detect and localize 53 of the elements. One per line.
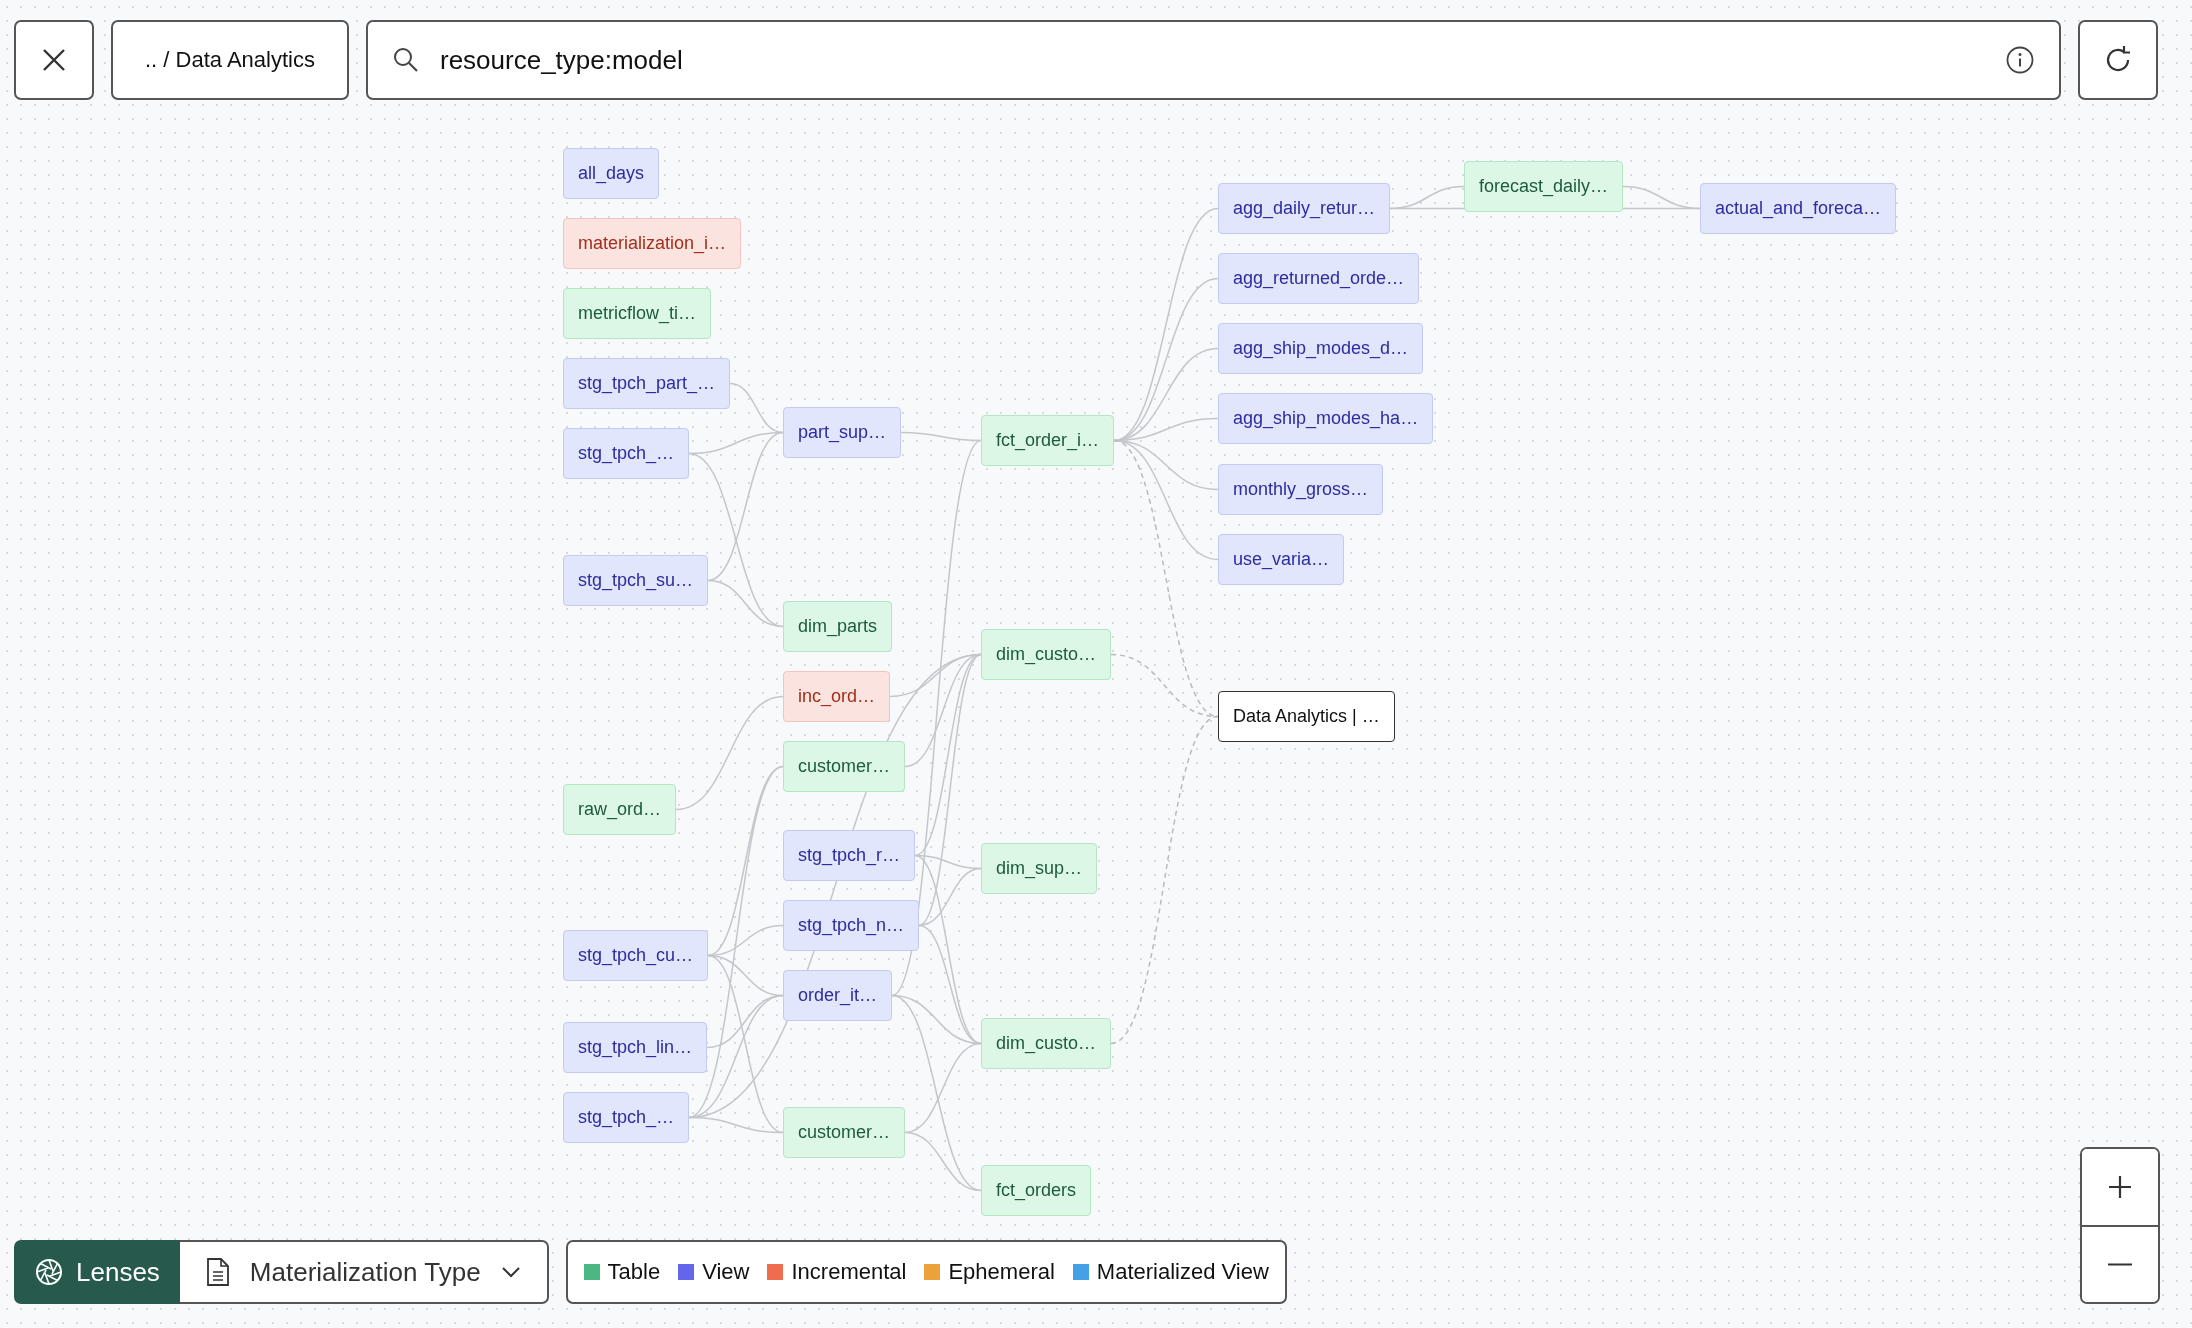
- legend-label: Incremental: [791, 1259, 907, 1285]
- legend-label: Table: [607, 1259, 661, 1285]
- plus-icon: [2107, 1173, 2133, 1200]
- breadcrumb-button[interactable]: .. / Data Analytics: [111, 20, 349, 100]
- model-node[interactable]: stg_tpch_n…: [783, 900, 920, 951]
- model-node[interactable]: customer…: [783, 741, 906, 792]
- model-node[interactable]: fct_orders: [981, 1165, 1092, 1216]
- model-node[interactable]: metricflow_ti…: [563, 288, 712, 339]
- model-node[interactable]: materialization_i…: [563, 218, 742, 269]
- minus-icon: [2108, 1262, 2132, 1266]
- model-node[interactable]: customer…: [783, 1107, 906, 1158]
- model-node[interactable]: agg_ship_modes_ha…: [1218, 393, 1434, 444]
- model-node[interactable]: use_varia…: [1218, 534, 1345, 585]
- chevron-down-icon: [500, 1266, 521, 1278]
- model-node[interactable]: actual_and_foreca…: [1700, 183, 1897, 234]
- model-node[interactable]: dim_parts: [783, 601, 893, 652]
- refresh-button[interactable]: [2078, 20, 2158, 100]
- model-node[interactable]: inc_ord…: [783, 671, 891, 722]
- model-node[interactable]: stg_tpch_…: [563, 428, 690, 479]
- zoom-out-button[interactable]: [2082, 1224, 2158, 1302]
- model-node[interactable]: dim_custo…: [981, 629, 1112, 680]
- lens-dropdown[interactable]: Materialization Type: [179, 1240, 549, 1304]
- model-node[interactable]: stg_tpch_…: [563, 1092, 690, 1143]
- search-field[interactable]: resource_type:model: [365, 20, 2061, 100]
- model-node[interactable]: agg_daily_retur…: [1218, 183, 1391, 234]
- model-node[interactable]: order_it…: [783, 970, 893, 1021]
- model-node[interactable]: dim_custo…: [981, 1018, 1112, 1069]
- close-button[interactable]: [14, 20, 94, 100]
- model-node[interactable]: fct_order_i…: [981, 415, 1115, 466]
- model-node[interactable]: forecast_daily…: [1464, 161, 1624, 212]
- model-node[interactable]: agg_returned_orde…: [1218, 253, 1420, 304]
- model-node[interactable]: stg_tpch_part_…: [563, 358, 731, 409]
- model-node[interactable]: dim_sup…: [981, 843, 1098, 894]
- search-input[interactable]: resource_type:model: [437, 43, 1987, 77]
- model-node[interactable]: monthly_gross…: [1218, 464, 1384, 515]
- aperture-icon: [34, 1257, 64, 1287]
- model-node[interactable]: stg_tpch_lin…: [563, 1022, 708, 1073]
- model-node[interactable]: stg_tpch_su…: [563, 555, 709, 606]
- lenses-button[interactable]: Lenses: [14, 1240, 180, 1304]
- model-node[interactable]: agg_ship_modes_d…: [1218, 323, 1424, 374]
- legend-label: Ephemeral: [948, 1259, 1055, 1285]
- legend-label: Materialized View: [1096, 1259, 1269, 1285]
- model-node[interactable]: raw_ord…: [563, 784, 677, 835]
- search-icon: [391, 46, 420, 74]
- legend-label: View: [702, 1259, 750, 1285]
- document-icon: [205, 1257, 230, 1287]
- exposure-node[interactable]: Data Analytics | …: [1218, 691, 1395, 742]
- close-icon: [41, 47, 67, 73]
- model-node[interactable]: all_days: [563, 148, 660, 199]
- model-node[interactable]: part_sup…: [783, 407, 902, 458]
- model-node[interactable]: stg_tpch_r…: [783, 830, 916, 881]
- model-node[interactable]: stg_tpch_cu…: [563, 930, 709, 981]
- info-icon[interactable]: [2005, 45, 2035, 75]
